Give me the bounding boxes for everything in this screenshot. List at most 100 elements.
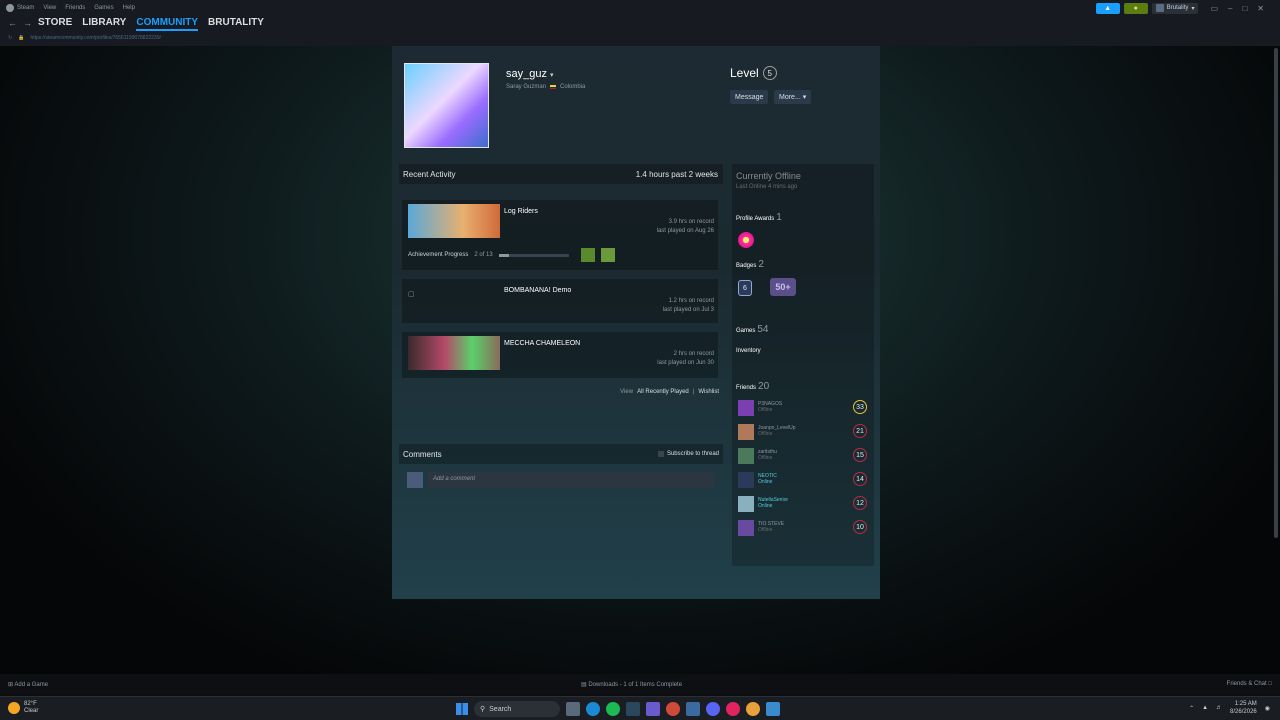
country: Colombia bbox=[560, 84, 586, 90]
taskbar-search[interactable]: ⚲ Search bbox=[474, 701, 560, 717]
url-bar[interactable]: ↻ 🔒 https://steamcommunity.com/profiles/… bbox=[8, 35, 161, 41]
profile-name[interactable]: say_guz ▾ bbox=[506, 68, 554, 80]
game-row[interactable]: MECCHA CHAMELEON 2 hrs on record last pl… bbox=[402, 332, 718, 378]
chrome-icon[interactable] bbox=[746, 702, 760, 716]
profile-awards-link[interactable]: Profile Awards 1 bbox=[736, 212, 782, 223]
chevron-up-icon[interactable]: ⌃ bbox=[1189, 705, 1194, 712]
steam-menubar: Steam View Friends Games Help bbox=[0, 0, 1280, 16]
account-avatar bbox=[1155, 4, 1164, 12]
add-game-button[interactable]: ⊞ Add a Game bbox=[8, 681, 48, 688]
friend-avatar[interactable] bbox=[738, 400, 754, 416]
discord-icon[interactable] bbox=[706, 702, 720, 716]
friend-avatar[interactable] bbox=[738, 472, 754, 488]
friend-row[interactable]: NutellaSenior Online 12 bbox=[736, 494, 870, 514]
windows-taskbar: 82°F Clear ⚲ Search ⌃ ▲ ♬ 1:25 AM 8/26/202… bbox=[0, 696, 1280, 720]
nav-store[interactable]: STORE bbox=[38, 17, 72, 31]
account-name: Brutality bbox=[1166, 5, 1189, 11]
game-capsule[interactable] bbox=[408, 204, 500, 238]
edge-icon[interactable] bbox=[586, 702, 600, 716]
friend-avatar[interactable] bbox=[738, 496, 754, 512]
notepad-icon[interactable] bbox=[766, 702, 780, 716]
friend-status: Offline bbox=[758, 527, 773, 533]
window-controls[interactable]: ▭–□✕ bbox=[1210, 4, 1274, 13]
friend-status: Offline bbox=[758, 455, 773, 461]
comments-section: Comments Subscribe to thread Add a comme… bbox=[399, 444, 723, 506]
friend-level-badge: 15 bbox=[853, 448, 867, 462]
friend-row[interactable]: NEOTIC Online 14 bbox=[736, 470, 870, 490]
friend-level-badge: 14 bbox=[853, 472, 867, 486]
scrollbar[interactable] bbox=[1274, 48, 1278, 538]
badge-icon[interactable]: 6 bbox=[738, 280, 752, 296]
games-link[interactable]: Games 54 bbox=[736, 324, 768, 335]
system-tray[interactable]: ⌃ ▲ ♬ 1:25 AM 8/26/2026 ◉ bbox=[1189, 700, 1270, 716]
menu-help[interactable]: Help bbox=[123, 5, 135, 11]
comment-input[interactable]: Add a comment bbox=[428, 472, 714, 488]
broadcast-button[interactable]: ▲ bbox=[1095, 2, 1120, 14]
profile-level: Level 5 bbox=[730, 66, 777, 80]
level-badge: 5 bbox=[762, 66, 777, 80]
menu-steam[interactable]: Steam bbox=[17, 5, 34, 11]
last-online: Last Online 4 mins ago bbox=[736, 184, 798, 190]
reload-icon[interactable]: ↻ bbox=[8, 35, 12, 41]
friend-status: Offline bbox=[758, 431, 773, 437]
spotify-icon[interactable] bbox=[606, 702, 620, 716]
menu-friends[interactable]: Friends bbox=[65, 5, 85, 11]
app-icon[interactable] bbox=[646, 702, 660, 716]
chrome-icon[interactable] bbox=[666, 702, 680, 716]
subscribe-thread[interactable]: Subscribe to thread bbox=[657, 451, 719, 457]
notification-icon[interactable]: ◉ bbox=[1265, 705, 1270, 712]
nav-arrows[interactable]: ←→ bbox=[8, 18, 38, 28]
menu-games[interactable]: Games bbox=[94, 5, 113, 11]
clock[interactable]: 1:25 AM 8/26/2026 bbox=[1230, 700, 1257, 716]
recent-activity-header: Recent Activity 1.4 hours past 2 weeks bbox=[399, 164, 723, 184]
app-icon[interactable] bbox=[726, 702, 740, 716]
inventory-link[interactable]: Inventory bbox=[736, 348, 761, 354]
menu-view[interactable]: View bbox=[43, 5, 56, 11]
more-button[interactable]: More... ▾ bbox=[774, 90, 812, 104]
wishlist-link[interactable]: Wishlist bbox=[698, 389, 719, 395]
friends-chat-button[interactable]: Friends & Chat □ bbox=[1227, 681, 1272, 687]
windows-start-icon[interactable] bbox=[456, 703, 468, 715]
game-capsule[interactable] bbox=[408, 336, 500, 370]
award-flower-icon[interactable] bbox=[738, 232, 754, 248]
friends-link[interactable]: Friends 20 bbox=[736, 381, 769, 392]
nav-community[interactable]: COMMUNITY bbox=[136, 17, 199, 31]
broken-image-icon[interactable]: ▢ bbox=[408, 283, 500, 317]
nav-brutality[interactable]: BRUTALITY bbox=[208, 17, 264, 31]
game-row[interactable]: ▢ BOMBANANA! Demo 1.2 hrs on record last… bbox=[402, 279, 718, 323]
account-menu[interactable]: Brutality ▾ bbox=[1151, 2, 1199, 14]
friend-status: Online bbox=[758, 479, 773, 485]
friend-avatar[interactable] bbox=[738, 520, 754, 536]
nav-library[interactable]: LIBRARY bbox=[82, 17, 126, 31]
recent-view-links: View All Recently Played | Wishlist bbox=[620, 389, 719, 395]
game-title[interactable]: Log Riders bbox=[504, 208, 538, 215]
badges-link[interactable]: Badges 2 bbox=[736, 259, 764, 270]
achievement-progress[interactable]: Achievement Progress 2 of 13 bbox=[408, 246, 712, 264]
task-view-icon[interactable] bbox=[566, 702, 580, 716]
friend-row[interactable]: P3NAGOS Offline 33 bbox=[736, 398, 870, 418]
weather-widget[interactable]: 82°F Clear bbox=[8, 701, 38, 715]
friend-avatar[interactable] bbox=[738, 424, 754, 440]
game-row[interactable]: Log Riders 3.9 hrs on record last played… bbox=[402, 200, 718, 270]
friend-avatar[interactable] bbox=[738, 448, 754, 464]
profile-subinfo: Saray Guzman Colombia bbox=[506, 84, 585, 90]
app-icon[interactable] bbox=[686, 702, 700, 716]
chevron-down-icon: ▾ bbox=[550, 72, 554, 79]
message-button[interactable]: Message bbox=[730, 90, 769, 104]
friend-status: Online bbox=[758, 503, 773, 509]
network-icon[interactable]: ▲ bbox=[1202, 705, 1208, 711]
game-title[interactable]: MECCHA CHAMELEON bbox=[504, 340, 580, 347]
all-recently-played-link[interactable]: All Recently Played bbox=[637, 389, 689, 395]
friend-level-badge: 10 bbox=[853, 520, 867, 534]
game-title[interactable]: BOMBANANA! Demo bbox=[504, 287, 571, 294]
friend-row[interactable]: Joanpo_LevelUp Offline 21 bbox=[736, 422, 870, 442]
badge-icon[interactable]: 50+ bbox=[770, 278, 796, 296]
online-status: Currently Offline bbox=[736, 171, 801, 181]
downloads-status[interactable]: ▤ Downloads - 1 of 1 Items Complete bbox=[581, 681, 682, 688]
friend-row[interactable]: zaritsthu Offline 15 bbox=[736, 446, 870, 466]
notifications-button[interactable]: ● bbox=[1123, 2, 1148, 14]
volume-icon[interactable]: ♬ bbox=[1216, 705, 1222, 711]
steam-taskbar-icon[interactable] bbox=[626, 702, 640, 716]
friend-row[interactable]: TIO STEVE Offline 10 bbox=[736, 518, 870, 538]
checkbox[interactable] bbox=[657, 451, 664, 457]
